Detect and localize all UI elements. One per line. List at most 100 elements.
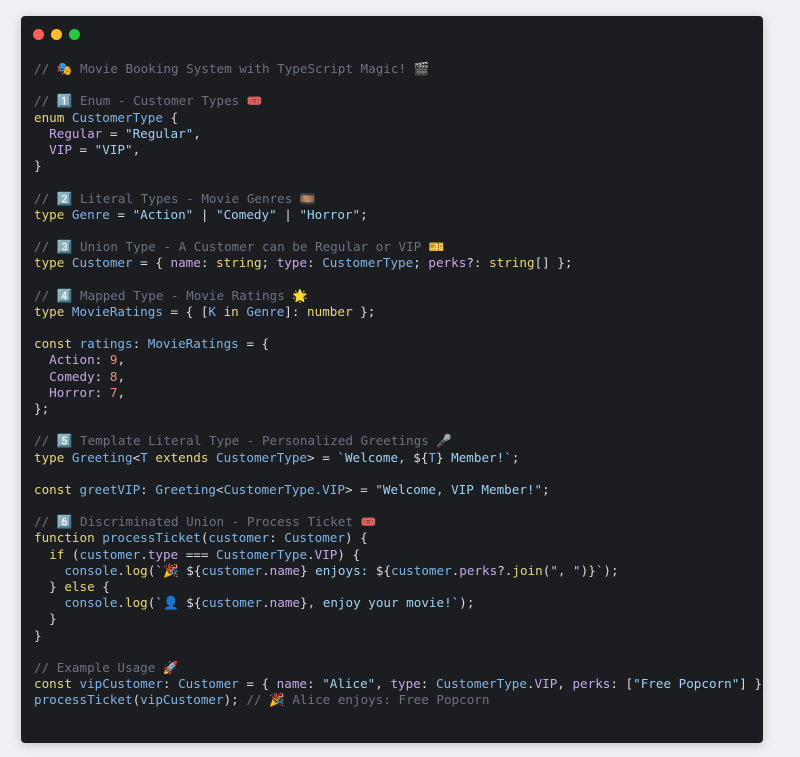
- code-token: ,: [117, 384, 126, 400]
- code-token: {: [162, 109, 179, 125]
- code-token: // 3️⃣ Union Type - A Customer can be Re…: [34, 239, 445, 255]
- code-line: // 4️⃣ Mapped Type - Movie Ratings 🌟: [34, 288, 770, 304]
- code-token: |: [276, 206, 300, 222]
- code-token: Customer: [71, 255, 133, 271]
- code-token: ===: [178, 546, 217, 562]
- code-token: ;: [360, 206, 368, 222]
- code-line: if (customer.type === CustomerType.VIP) …: [34, 547, 770, 563]
- code-token: = { [: [162, 303, 209, 319]
- code-line: // 5️⃣ Template Literal Type - Personali…: [34, 433, 770, 449]
- code-token: Greeting: [155, 481, 217, 497]
- code-token: // 1️⃣ Enum - Customer Types 🎟️: [34, 93, 263, 109]
- code-token: name: [269, 562, 300, 578]
- code-token: CustomerType.VIP: [223, 481, 345, 497]
- code-token: [] };: [534, 255, 573, 271]
- code-token: `👤: [155, 595, 187, 611]
- code-token: vipCustomer: [140, 692, 224, 708]
- code-token: customer: [391, 562, 452, 578]
- code-line: type Genre = "Action" | "Comedy" | "Horr…: [34, 207, 770, 223]
- code-token: ${: [186, 562, 202, 578]
- code-token: "Regular": [125, 125, 194, 141]
- code-token: ) {: [344, 530, 368, 546]
- code-token: type: [34, 303, 72, 319]
- code-token: type: [34, 449, 72, 465]
- code-line: const vipCustomer: Customer = { name: "A…: [34, 676, 770, 692]
- code-token: |: [193, 206, 217, 222]
- code-token: const: [34, 481, 80, 497]
- code-token: log: [125, 562, 148, 578]
- code-token: "Welcome, VIP Member!": [375, 481, 543, 497]
- code-token: string: [489, 255, 535, 271]
- code-token: ;: [511, 449, 520, 465]
- code-token: enjoys:: [307, 562, 376, 578]
- code-token: string: [216, 255, 262, 271]
- code-token: extends: [147, 449, 217, 465]
- code-token: name: [276, 676, 308, 692]
- maximize-window-button[interactable]: [69, 29, 80, 40]
- code-token: customer: [79, 546, 141, 562]
- code-line: console.log(`👤 ${customer.name}, enjoy y…: [34, 595, 770, 611]
- code-token: type: [34, 206, 72, 222]
- code-token: .: [140, 546, 148, 562]
- code-token: const: [34, 676, 80, 692]
- code-token: ,: [117, 352, 126, 368]
- code-token: VIP: [49, 141, 72, 157]
- code-token: name: [269, 595, 300, 611]
- code-line: console.log(`🎉 ${customer.name} enjoys: …: [34, 563, 770, 579]
- code-token: :: [132, 336, 148, 352]
- code-token: }: [34, 579, 65, 594]
- code-token: console: [64, 595, 118, 611]
- code-token: ?:: [466, 255, 490, 271]
- code-line: processTicket(vipCustomer); // 🎉 Alice e…: [34, 692, 770, 708]
- code-token: ]:: [284, 303, 308, 319]
- code-token: :: [307, 255, 323, 271]
- code-line: const greetVIP: Greeting<CustomerType.VI…: [34, 482, 770, 498]
- code-token: join: [512, 562, 543, 578]
- code-line: // 1️⃣ Enum - Customer Types 🎟️: [34, 93, 770, 109]
- code-token: MovieRatings: [71, 303, 163, 319]
- code-line: const ratings: MovieRatings = {: [34, 336, 770, 352]
- code-token: :: [140, 481, 156, 497]
- code-token: }: [300, 595, 308, 611]
- code-token: VIP: [534, 676, 558, 692]
- code-line: // 6️⃣ Discriminated Union - Process Tic…: [34, 514, 770, 530]
- code-line: Regular = "Regular",: [34, 126, 770, 142]
- minimize-window-button[interactable]: [51, 29, 62, 40]
- code-token: ${: [375, 562, 392, 578]
- code-token: ,: [132, 141, 141, 157]
- code-token: perks: [428, 255, 467, 271]
- code-token: // 🎉 Alice enjoys: Free Popcorn: [246, 692, 490, 708]
- code-token: MovieRatings: [147, 336, 239, 352]
- code-token: ,: [375, 676, 391, 692]
- code-line: enum CustomerType {: [34, 110, 770, 126]
- code-token: processTicket: [102, 530, 201, 546]
- code-token: ;: [542, 481, 550, 497]
- code-token: = {: [238, 676, 277, 692]
- code-token: `🎉: [155, 562, 187, 578]
- code-token: (: [64, 546, 80, 562]
- code-token: name: [170, 255, 201, 271]
- close-window-button[interactable]: [33, 29, 44, 40]
- code-window: // 🎭 Movie Booking System with TypeScrip…: [21, 16, 770, 743]
- code-token: :: [94, 384, 110, 400]
- code-token: ${: [413, 449, 429, 465]
- code-line: Horror: 7,: [34, 385, 770, 401]
- code-token: type: [147, 546, 179, 562]
- code-token: .: [117, 595, 126, 611]
- code-token: };: [34, 400, 50, 416]
- code-token: CustomerType: [435, 676, 527, 692]
- code-token: :: [94, 352, 110, 368]
- code-token: Customer: [178, 676, 239, 692]
- code-token: // Example Usage 🚀: [34, 659, 179, 675]
- code-token: greetVIP: [79, 481, 141, 497]
- code-token: Regular: [49, 125, 103, 141]
- code-line: // 🎭 Movie Booking System with TypeScrip…: [34, 61, 770, 77]
- code-token: ] };: [739, 676, 770, 692]
